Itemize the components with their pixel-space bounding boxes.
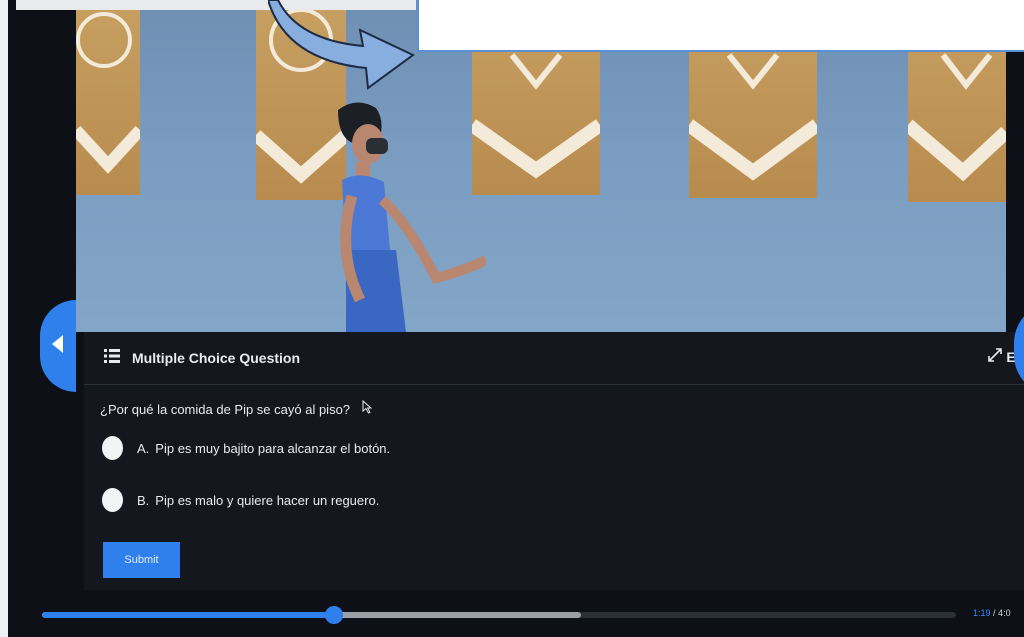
expand-icon [988, 348, 1003, 365]
wall-banner [76, 0, 140, 195]
video-player: Multiple Choice Question Exp ¿Por qué la… [8, 0, 1024, 637]
answer-option-b[interactable]: B. Pip es malo y quiere hacer un reguero… [102, 488, 379, 512]
question-prompt: ¿Por qué la comida de Pip se cayó al pis… [100, 402, 351, 417]
option-letter: B. [137, 492, 150, 508]
progress-track[interactable] [42, 606, 956, 624]
previous-button[interactable] [40, 300, 76, 392]
curved-arrow-icon [266, 0, 418, 97]
option-text: Pip es muy bajito para alcanzar el botón… [155, 440, 391, 456]
answer-option-a[interactable]: A. Pip es muy bajito para alcanzar el bo… [102, 436, 390, 460]
video-controls: 1:19 / 4:0 [8, 590, 1024, 637]
mouse-cursor-icon [362, 399, 372, 417]
radio-button[interactable] [102, 488, 123, 512]
option-letter: A. [137, 440, 150, 456]
annotation-box [417, 0, 1024, 52]
progress-scrubber[interactable] [325, 606, 344, 624]
list-icon [104, 348, 120, 368]
question-panel: Multiple Choice Question Exp ¿Por qué la… [84, 332, 1024, 590]
chevron-left-icon [52, 334, 64, 358]
page-backdrop [0, 0, 8, 637]
time-display: 1:19 / 4:0 [973, 608, 1011, 618]
time-separator: / [993, 608, 996, 618]
option-text: Pip es malo y quiere hacer un reguero. [155, 492, 380, 508]
submit-button[interactable]: Submit [103, 542, 180, 578]
current-time: 1:19 [973, 608, 991, 618]
duration: 4:0 [998, 608, 1011, 618]
played-bar [42, 612, 335, 618]
question-text: ¿Por qué la comida de Pip se cayó al pis… [100, 399, 372, 417]
question-header: Multiple Choice Question Exp [84, 332, 1024, 385]
animated-character [316, 100, 489, 332]
radio-button[interactable] [102, 436, 123, 460]
question-type-title: Multiple Choice Question [132, 350, 301, 366]
